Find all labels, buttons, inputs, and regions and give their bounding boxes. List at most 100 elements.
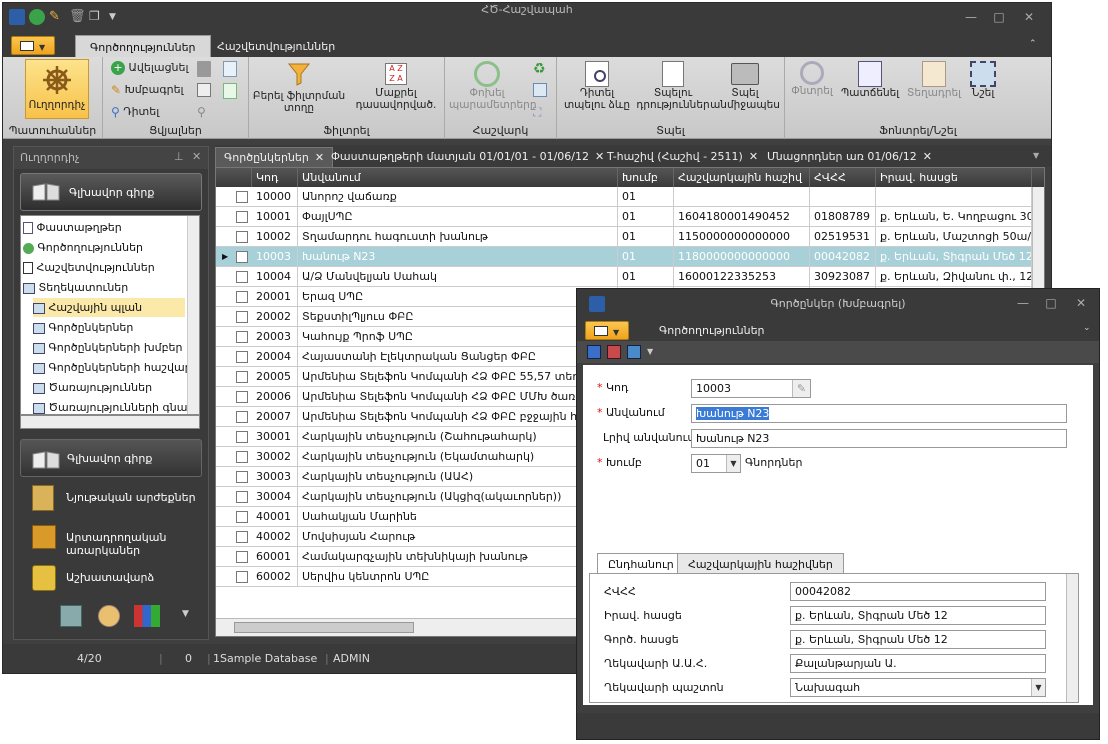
table-cell[interactable]: 40002	[252, 527, 298, 547]
table-cell[interactable]: 10002	[252, 227, 298, 247]
delete-icon[interactable]: 🗑	[69, 9, 86, 25]
table-cell[interactable]: ք. Երևան, Մաշտոցի 50ա/1	[876, 227, 1032, 247]
table-cell[interactable]: 30923087	[810, 267, 876, 287]
table-cell[interactable]: 20006	[252, 387, 298, 407]
expand-icon[interactable]: ⛶	[533, 105, 541, 120]
tab-documents-journal[interactable]: Փաստաթղթերի մատյան 01/01/01 - 01/06/12 ✕	[323, 147, 612, 167]
paste-button[interactable]: Տեղադրել	[903, 61, 965, 99]
document-icon[interactable]	[223, 61, 237, 77]
tree-hscrollbar[interactable]	[20, 415, 200, 429]
binders-icon[interactable]	[134, 605, 160, 627]
table-cell[interactable]: Կահույք Պրոֆ ՍՊԸ	[298, 327, 618, 347]
table-cell[interactable]: Երազ ՍՊԸ	[298, 287, 618, 307]
save-close-icon[interactable]	[607, 345, 621, 359]
tab-t-account[interactable]: T-հաշիվ (Հաշիվ - 2511) ✕	[599, 147, 766, 167]
select-button[interactable]: Նշել	[963, 61, 1003, 99]
find-button[interactable]: Փնտրել	[787, 61, 837, 97]
table-cell[interactable]: 10004	[252, 267, 298, 287]
table-cell[interactable]: 02519531	[810, 227, 876, 247]
row-checkbox[interactable]	[236, 211, 248, 223]
code-field[interactable]: 10003 ✎	[691, 379, 811, 398]
table-cell[interactable]: 20005	[252, 367, 298, 387]
table-cell[interactable]: 01	[618, 247, 674, 267]
nav-material-values[interactable]: Նյութական արժեքներ	[20, 479, 202, 517]
table-cell[interactable]: 01808789	[810, 207, 876, 227]
table-cell[interactable]: 00042082	[810, 247, 876, 267]
col-group[interactable]: Խումբ	[618, 168, 674, 187]
close-icon[interactable]: ✕	[749, 150, 758, 163]
tree-item-service-prices[interactable]: Ծառայությունների գնացուցակ	[33, 398, 199, 414]
pencil-icon[interactable]: ✎	[49, 9, 65, 25]
table-cell[interactable]: Ա/Ձ Մանվելյան Սահակ	[298, 267, 618, 287]
table-row[interactable]: 10000 Անորոշ վաճառք 01	[216, 187, 1032, 207]
row-checkbox[interactable]	[236, 351, 248, 363]
table-cell[interactable]: 20007	[252, 407, 298, 427]
row-checkbox[interactable]	[236, 291, 248, 303]
table-row[interactable]: 10004 Ա/Ձ Մանվելյան Սահակ 01 16000122335253…	[216, 267, 1032, 287]
tab-reports[interactable]: Հաշվետվություններ	[203, 35, 349, 57]
row-checkbox[interactable]	[236, 271, 248, 283]
delete-icon[interactable]	[197, 61, 211, 77]
table-cell[interactable]: 01	[618, 227, 674, 247]
table-cell[interactable]: 1180000000000000	[674, 247, 810, 267]
table-cell[interactable]: ՓայլՍՊԸ	[298, 207, 618, 227]
table-cell[interactable]: 30003	[252, 467, 298, 487]
row-checkbox[interactable]	[236, 191, 248, 203]
table-row[interactable]: ▶ 10003 Խանութ N23 01 1180000000000000 000420…	[216, 247, 1032, 267]
table-cell[interactable]: 10003	[252, 247, 298, 267]
file-menu-button[interactable]: ▼	[11, 36, 55, 55]
add-icon[interactable]	[29, 9, 45, 25]
table-cell[interactable]: Արմենիա Տելեֆոն Կոմպանի ՀՁ ՓԲԸ 55,57 տեղ…	[298, 367, 618, 387]
table-cell[interactable]: 1150000000000000	[674, 227, 810, 247]
field-select[interactable]: Նախագահ ▼	[790, 678, 1046, 697]
copy-button[interactable]: Պատճենել	[839, 61, 901, 99]
row-checkbox[interactable]	[236, 451, 248, 463]
row-checkbox[interactable]	[236, 311, 248, 323]
tree-item-directories[interactable]: Տեղեկատուներ	[23, 278, 128, 297]
field-input[interactable]: ք. Երևան, Տիգրան Մեծ 12	[790, 630, 1046, 649]
table-cell[interactable]: Սերվիս կենտրոն ՍՊԸ	[298, 567, 618, 587]
close-button[interactable]: ✕	[1021, 10, 1037, 24]
navigator-button[interactable]: Ուղղորդիչ	[25, 59, 89, 119]
table-cell[interactable]: 16000122335253	[674, 267, 810, 287]
edit-icon[interactable]: ✎	[792, 380, 810, 397]
table-cell[interactable]: Մովսիսյան Հարութ	[298, 527, 618, 547]
group-select[interactable]: 01 ▼	[691, 454, 741, 473]
tabs-dropdown-icon[interactable]: ▼	[1033, 151, 1039, 160]
table-cell[interactable]: Հարկային տեսչություն (Ակցիզ(ակաւորներ))	[298, 487, 618, 507]
table-cell[interactable]: 30001	[252, 427, 298, 447]
table-cell[interactable]: Համակարգչային տեխնիկայի խանութ	[298, 547, 618, 567]
row-checkbox[interactable]	[236, 571, 248, 583]
row-checkbox[interactable]	[236, 431, 248, 443]
table-row[interactable]: 10002 Տղամարդու հագուստի խանութ 01 11500000…	[216, 227, 1032, 247]
dialog-collapse-icon[interactable]: ⌄	[1083, 323, 1091, 333]
qat-dropdown-icon[interactable]: ▼	[109, 12, 125, 28]
field-input[interactable]: Ղասաբյան Լ.	[790, 702, 1046, 703]
clear-sort-button[interactable]: A ZZ A Մաքրել դասավորված.	[349, 61, 443, 111]
col-code[interactable]: Կոդ	[252, 168, 298, 187]
maximize-button[interactable]: □	[991, 10, 1007, 24]
tree-item-services[interactable]: Ծառայություններ	[33, 378, 152, 397]
view-button[interactable]: ⚲ Դիտել	[111, 105, 159, 119]
col-legal-address[interactable]: Իրավ. հասցե	[876, 168, 1032, 187]
table-cell[interactable]: 60002	[252, 567, 298, 587]
save-icon[interactable]	[587, 345, 601, 359]
table-cell[interactable]: 10001	[252, 207, 298, 227]
table-cell[interactable]: Խանութ N23	[298, 247, 618, 267]
fullname-field[interactable]: Խանութ N23	[691, 429, 1067, 448]
filter-row-button[interactable]: Բերել ֆիլտրման տողը	[251, 61, 347, 114]
field-input[interactable]: Քալանթարյան Ա.	[790, 654, 1046, 673]
collapse-ribbon-icon[interactable]: ⌃	[1029, 39, 1037, 49]
recycle-icon[interactable]: ♻	[533, 61, 546, 77]
table-cell[interactable]	[876, 187, 1032, 207]
row-checkbox[interactable]	[236, 391, 248, 403]
close-icon[interactable]: ✕	[923, 150, 932, 163]
table-cell[interactable]: ՏեքստիլՊլյուս ՓԲԸ	[298, 307, 618, 327]
row-checkbox[interactable]	[236, 411, 248, 423]
dialog-close-button[interactable]: ✕	[1073, 296, 1089, 310]
table-cell[interactable]: 40001	[252, 507, 298, 527]
print-settings-button[interactable]: Տպելու դրություններ	[635, 61, 711, 111]
dialog-tab-operations[interactable]: Գործողություններ	[659, 324, 765, 337]
field-input[interactable]: ք. Երևան, Տիգրան Մեծ 12	[790, 606, 1046, 625]
table-cell[interactable]: ք. Երևան, Զիվանու փ., 12	[876, 267, 1032, 287]
